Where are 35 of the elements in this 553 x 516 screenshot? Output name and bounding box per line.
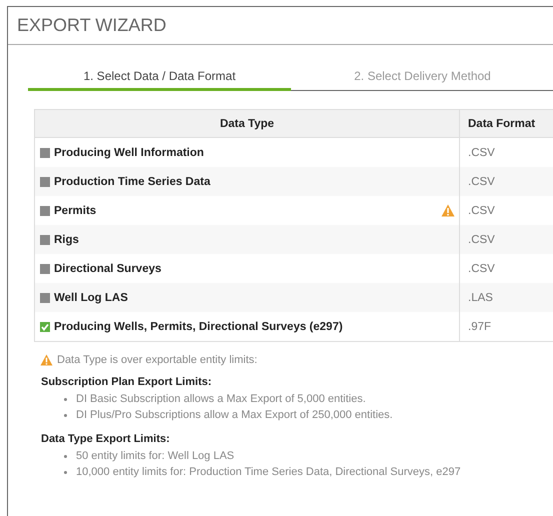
bullet-icon [64, 471, 67, 474]
bullet-icon [64, 398, 67, 401]
data-type-name: Rigs [54, 234, 79, 246]
data-type-name: Production Time Series Data [54, 176, 210, 188]
wizard-step-tab[interactable]: 1. Select Data / Data Format [28, 63, 291, 91]
checkbox[interactable] [40, 176, 50, 186]
warning-icon [441, 204, 455, 217]
data-format-cell: .CSV [460, 167, 553, 196]
data-type-name: Well Log LAS [54, 292, 128, 304]
checkbox[interactable] [40, 322, 50, 332]
warning-icon [40, 354, 53, 366]
data-type-name: Producing Well Information [54, 146, 204, 158]
data-type-name: Producing Wells, Permits, Directional Surveys (e297) [54, 320, 343, 332]
checkbox[interactable] [40, 264, 50, 274]
checkbox[interactable] [40, 292, 50, 302]
window-title: EXPORT WIZARD [17, 15, 166, 36]
data-type-name: Permits [54, 204, 96, 216]
checkbox[interactable] [40, 234, 50, 244]
checkbox[interactable] [40, 206, 50, 216]
data-format-cell: .LAS [460, 283, 553, 312]
data-format-cell: .97F [460, 312, 553, 342]
limit-text: 50 entity limits for: Well Log LAS [76, 449, 236, 464]
warning-message: Data Type is over exportable entity limits: [57, 354, 258, 366]
section-heading: Subscription Plan Export Limits: [41, 376, 213, 388]
checkbox[interactable] [40, 148, 50, 158]
limit-text: 10,000 entity limits for: Production Time Series Data, Directional Surveys, e297 [76, 465, 462, 480]
bullet-icon [64, 455, 67, 458]
column-header: Data Format [460, 110, 553, 138]
section-heading: Data Type Export Limits: [41, 433, 171, 445]
column-header: Data Type [34, 110, 460, 138]
limit-text: DI Basic Subscription allows a Max Export of 5,000 entities. [76, 392, 367, 407]
data-type-name: Directional Surveys [54, 262, 162, 274]
bullet-icon [64, 414, 67, 417]
limit-text: DI Plus/Pro Subscriptions allow a Max Export of 250,000 entities. [76, 408, 394, 423]
data-format-cell: .CSV [460, 225, 553, 254]
